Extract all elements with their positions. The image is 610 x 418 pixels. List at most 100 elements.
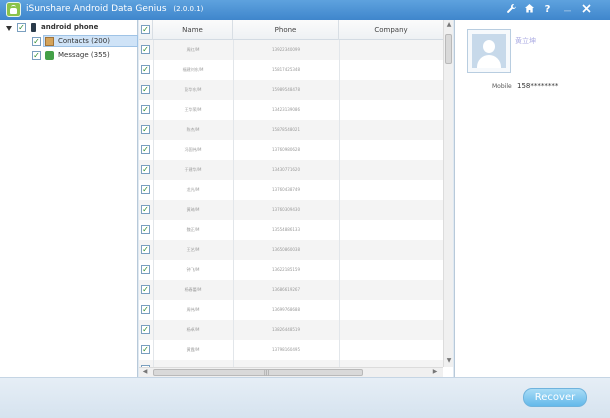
select-all-checkbox[interactable]: ✓: [141, 25, 150, 34]
cell-name: 曹伟/M: [153, 360, 233, 367]
cell-name: 周伟/M: [186, 307, 200, 312]
column-header-phone[interactable]: Phone: [233, 20, 339, 40]
vertical-scroll-thumb[interactable]: [445, 34, 452, 64]
cell-company: [339, 80, 443, 100]
cell-name: 福建刘东/M: [182, 67, 204, 72]
scroll-grip-icon: |||: [264, 370, 270, 376]
table-row[interactable]: ✓ 王艺/M 13650860038: [139, 240, 443, 260]
cell-name: 王华荣/M: [184, 107, 202, 112]
mobile-value: 158********: [517, 82, 559, 90]
cell-phone: 13760438749: [272, 187, 300, 192]
row-checkbox[interactable]: ✓: [141, 225, 150, 234]
cell-company: [339, 60, 443, 80]
cell-company: [339, 300, 443, 320]
column-header-company[interactable]: Company: [339, 20, 443, 40]
app-version: (2.0.0.1): [173, 5, 204, 13]
cell-company: [339, 280, 443, 300]
cell-phone: 13554886133: [272, 227, 300, 232]
checkbox-android-phone[interactable]: ✓: [17, 23, 26, 32]
cell-company: [339, 240, 443, 260]
select-all-header: ✓: [139, 20, 153, 40]
cell-company: [339, 360, 443, 367]
tree-item-contacts[interactable]: ✓ Contacts (200): [0, 36, 138, 49]
table-row[interactable]: ✓ 龙光/M 13760438749: [139, 180, 443, 200]
row-checkbox[interactable]: ✓: [141, 65, 150, 74]
row-checkbox[interactable]: ✓: [141, 265, 150, 274]
scroll-down-icon[interactable]: ▼: [445, 357, 453, 365]
scroll-up-icon[interactable]: ▲: [445, 21, 453, 29]
minimize-icon[interactable]: [561, 3, 574, 16]
cell-name: 王艺/M: [186, 247, 200, 252]
contact-detail-panel: 黄立坤 Mobile 158********: [454, 20, 610, 377]
cell-name: 魏正/M: [186, 227, 200, 232]
table-row[interactable]: ✓ 魏正/M 13554886133: [139, 220, 443, 240]
row-checkbox[interactable]: ✓: [141, 45, 150, 54]
scroll-left-icon[interactable]: ◀: [141, 368, 149, 376]
row-checkbox[interactable]: ✓: [141, 305, 150, 314]
table-row[interactable]: ✓ 黄琦/M 13760309430: [139, 200, 443, 220]
contacts-icon: [45, 37, 54, 46]
cell-phone: 13620732380: [233, 360, 339, 367]
tree-item-message[interactable]: ✓ Message (355): [0, 50, 138, 63]
row-checkbox[interactable]: ✓: [141, 285, 150, 294]
column-divider: [153, 40, 154, 367]
close-icon[interactable]: [580, 3, 593, 16]
row-checkbox[interactable]: ✓: [141, 345, 150, 354]
horizontal-scrollbar[interactable]: ◀ ||| ▶: [139, 367, 443, 377]
window-title: iSunshare Android Data Genius (2.0.0.1): [26, 4, 203, 14]
row-checkbox[interactable]: ✓: [141, 165, 150, 174]
checkbox-contacts[interactable]: ✓: [32, 37, 41, 46]
column-divider: [233, 40, 234, 367]
cell-phone: 13686619267: [272, 287, 300, 292]
cell-company: [339, 40, 443, 60]
cell-phone: 15989548478: [272, 87, 300, 92]
grid-body: ✓ 周红/M 13922340099 ✓ 福建刘东/M 15817425348 ✓ 彭华东/M…: [139, 40, 443, 367]
vertical-scrollbar[interactable]: ▲ ▼: [443, 20, 453, 367]
horizontal-scroll-thumb[interactable]: |||: [153, 369, 363, 376]
table-row[interactable]: ✓ 周伟/M 13699768688: [139, 300, 443, 320]
tree-root-label: android phone: [41, 23, 99, 31]
table-row[interactable]: ✓曹伟/M13620732380: [139, 360, 443, 367]
table-row[interactable]: ✓ 冯国伟/M 13760980628: [139, 140, 443, 160]
cell-name: 钟飞/M: [186, 267, 200, 272]
row-checkbox[interactable]: ✓: [141, 145, 150, 154]
table-row[interactable]: ✓ 周红/M 13922340099: [139, 40, 443, 60]
table-row[interactable]: ✓ 陈杰/M 15878548021: [139, 120, 443, 140]
expand-arrow-icon[interactable]: [6, 26, 12, 31]
data-category-tree: ✓ android phone ✓ Contacts (200) ✓ Messa…: [0, 20, 138, 377]
row-checkbox[interactable]: ✓: [141, 245, 150, 254]
table-row[interactable]: ✓ 杨卓/M 13826448519: [139, 320, 443, 340]
table-row[interactable]: ✓ 彭华东/M 15989548478: [139, 80, 443, 100]
column-header-name[interactable]: Name: [153, 20, 233, 40]
cell-phone: 13760980628: [272, 147, 300, 152]
cell-company: [339, 100, 443, 120]
table-row[interactable]: ✓ 杨春蕾/M 13686619267: [139, 280, 443, 300]
tree-item-label: Contacts (200): [58, 37, 110, 45]
table-row[interactable]: ✓ 于建华/M 13430771620: [139, 160, 443, 180]
row-checkbox[interactable]: ✓: [141, 325, 150, 334]
table-row[interactable]: ✓ 钟飞/M 13622185159: [139, 260, 443, 280]
cell-company: [339, 140, 443, 160]
row-checkbox[interactable]: ✓: [141, 125, 150, 134]
cell-phone: 13622185159: [272, 267, 300, 272]
row-checkbox[interactable]: ✓: [141, 85, 150, 94]
scroll-right-icon[interactable]: ▶: [431, 368, 439, 376]
home-icon[interactable]: [523, 3, 536, 16]
phone-icon: [31, 23, 36, 32]
cell-phone: 13760309430: [272, 207, 300, 212]
row-checkbox[interactable]: ✓: [141, 185, 150, 194]
checkbox-message[interactable]: ✓: [32, 51, 41, 60]
cell-phone: 15878548021: [272, 127, 300, 132]
row-checkbox[interactable]: ✓: [141, 105, 150, 114]
table-row[interactable]: ✓ 黄霞/M 13798160495: [139, 340, 443, 360]
wrench-icon[interactable]: [505, 3, 518, 16]
cell-name: 杨卓/M: [186, 327, 200, 332]
help-icon[interactable]: ?: [541, 3, 554, 16]
table-row[interactable]: ✓ 福建刘东/M 15817425348: [139, 60, 443, 80]
row-checkbox[interactable]: ✓: [141, 205, 150, 214]
recover-button[interactable]: Recover: [523, 388, 587, 407]
tree-root-android-phone[interactable]: ✓ android phone: [0, 22, 138, 35]
cell-phone: 13423139086: [272, 107, 300, 112]
tree-item-label: Message (355): [58, 51, 110, 59]
table-row[interactable]: ✓ 王华荣/M 13423139086: [139, 100, 443, 120]
